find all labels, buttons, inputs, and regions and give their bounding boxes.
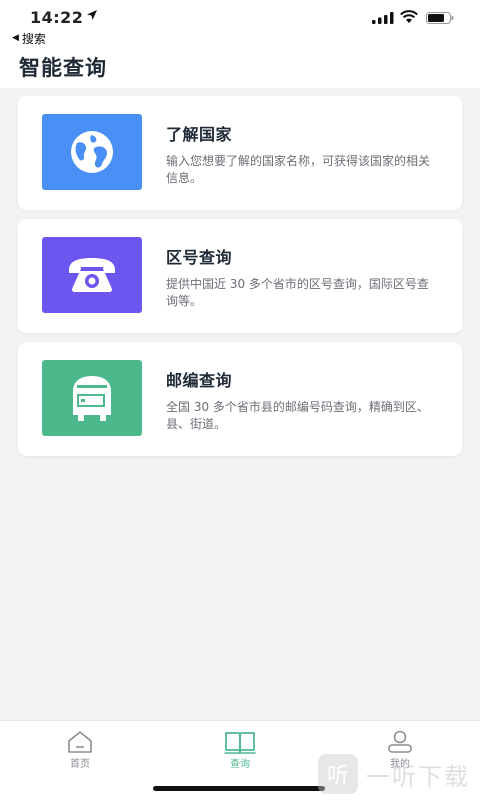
status-bar: 14:22 [0,0,480,30]
card-postcode[interactable]: 邮编查询 全国 30 多个省市县的邮编号码查询，精确到区、县、街道。 [18,342,462,456]
card-country-desc: 输入您想要了解的国家名称，可获得该国家的相关信息。 [166,154,431,185]
page-title: 智能查询 [19,56,107,80]
book-icon [224,732,256,754]
cellular-signal-icon [372,12,394,24]
wifi-icon [400,10,418,23]
tab-query-label: 查询 [230,759,250,770]
home-indicator[interactable] [153,786,325,791]
watermark-logo: 听 [318,754,358,794]
user-icon [388,730,412,753]
tab-home-label: 首页 [70,759,90,770]
battery-icon [426,12,454,24]
watermark: 听 一听下载 [318,752,470,796]
card-area-code-desc: 提供中国近 30 多个省市的区号查询，国际区号查询等。 [166,277,429,308]
watermark-text: 一听下载 [366,762,470,791]
location-arrow-icon [87,10,97,20]
card-postcode-title: 邮编查询 [166,371,233,390]
card-area-code-thumb [42,237,142,313]
tab-home[interactable]: 首页 [20,721,140,773]
card-country-thumb [42,114,142,190]
globe-icon [71,131,113,173]
back-arrow-icon: ◀ [12,33,19,43]
card-country-title: 了解国家 [166,125,233,144]
home-icon [68,731,92,753]
back-label: 搜索 [21,31,46,46]
card-area-code-title: 区号查询 [166,248,233,267]
telephone-icon [69,258,115,292]
card-area-code[interactable]: 区号查询 提供中国近 30 多个省市的区号查询，国际区号查询等。 [18,219,462,333]
mailbox-icon [73,376,111,421]
card-country[interactable]: 了解国家 输入您想要了解的国家名称，可获得该国家的相关信息。 [18,96,462,210]
back-button[interactable]: ◀ 搜索 [12,30,46,46]
tab-query[interactable]: 查询 [180,721,300,773]
status-time: 14:22 [30,8,84,27]
card-postcode-thumb [42,360,142,436]
card-postcode-desc: 全国 30 多个省市县的邮编号码查询，精确到区、县、街道。 [166,400,429,431]
